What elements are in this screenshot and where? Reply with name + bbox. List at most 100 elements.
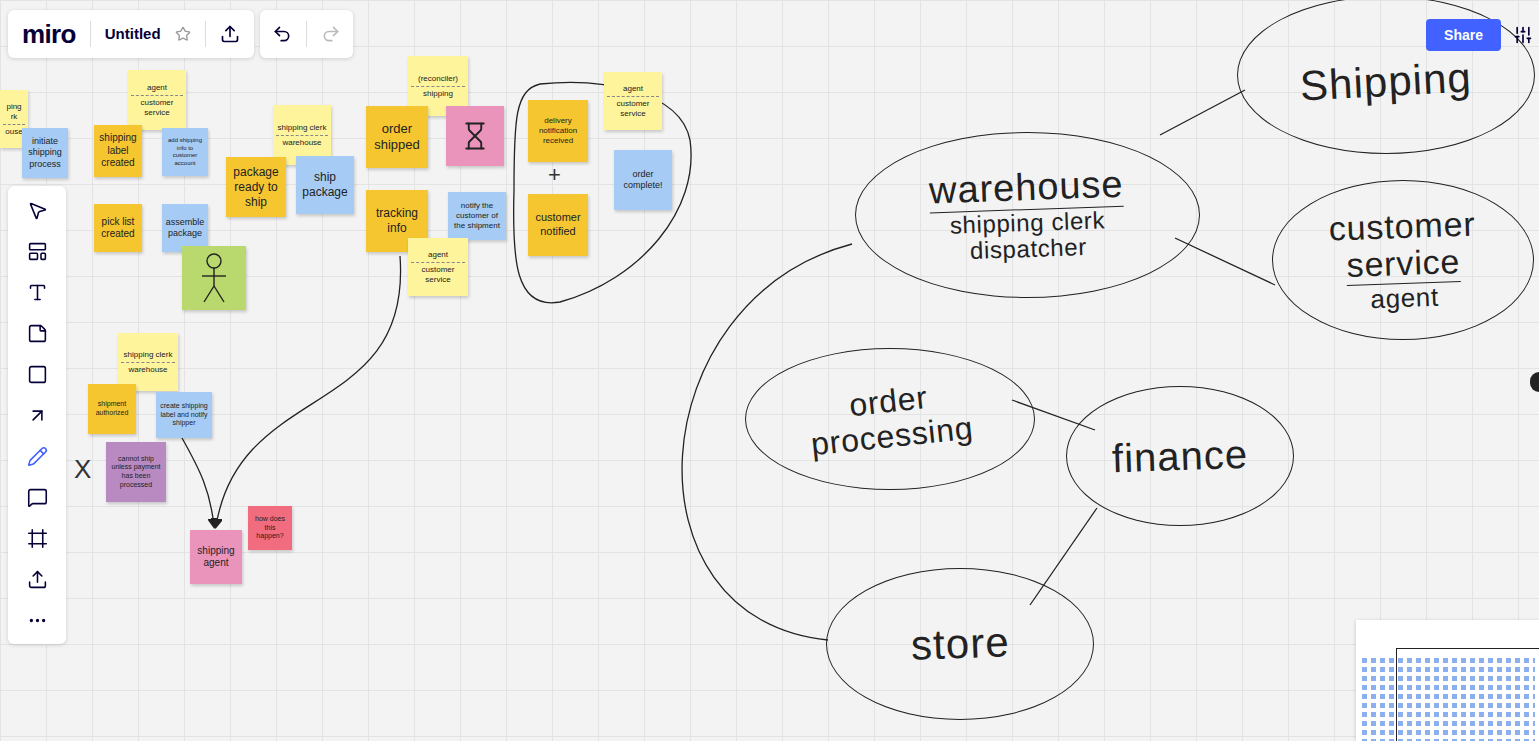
sticky-note[interactable] xyxy=(446,106,504,166)
minimap[interactable] xyxy=(1356,620,1539,741)
sticky-note[interactable]: agentcustomer service xyxy=(128,70,186,130)
flow-arrow xyxy=(182,438,214,526)
drawing-layer xyxy=(0,0,1539,741)
bubble-text: finance xyxy=(1111,432,1248,481)
sticky-note[interactable]: notify the customer of the shipment xyxy=(448,192,506,240)
sticky-note[interactable]: shipment authorized xyxy=(88,384,136,434)
sticky-text: shipping label created xyxy=(97,132,139,170)
more-icon xyxy=(27,610,48,631)
divider xyxy=(205,21,206,47)
hand-mark[interactable]: + xyxy=(548,164,561,186)
sticky-note[interactable]: shipping agent xyxy=(190,530,242,584)
tool-button[interactable] xyxy=(23,360,51,388)
sticky-text: notify the customer of the shipment xyxy=(451,201,503,231)
tool-button[interactable] xyxy=(23,606,51,634)
miro-logo[interactable]: miro xyxy=(22,15,76,54)
sticky-text: pick list created xyxy=(97,216,139,241)
bubble-text: agent xyxy=(1370,282,1439,313)
sticky-line: agent xyxy=(607,84,659,94)
sticky-note[interactable]: customer notified xyxy=(528,194,588,256)
sticky-text: shipment authorized xyxy=(91,400,133,418)
sticky-note[interactable]: package ready to ship xyxy=(226,157,286,217)
sticky-note[interactable]: shipping label created xyxy=(94,125,142,177)
history-controls xyxy=(260,10,353,58)
redo-icon[interactable] xyxy=(321,24,341,44)
sticky-line: customer service xyxy=(411,262,465,285)
sticky-line: shipping clerk xyxy=(121,350,175,360)
sticky-note[interactable]: pick list created xyxy=(94,204,142,252)
sticky-note[interactable]: how does this happen? xyxy=(248,506,292,550)
connector-line xyxy=(1030,508,1097,605)
select-icon xyxy=(27,200,48,221)
sticky-note[interactable]: order shipped xyxy=(366,106,428,168)
sticky-line: rk xyxy=(3,112,25,122)
bubble-text: customer xyxy=(1328,205,1476,247)
export-icon[interactable] xyxy=(220,24,240,44)
tool-button[interactable] xyxy=(23,483,51,511)
sticky-text: add shipping info to customer account xyxy=(165,137,205,167)
settings-icon[interactable] xyxy=(1513,25,1533,45)
share-button[interactable]: Share xyxy=(1426,19,1501,51)
star-icon[interactable] xyxy=(175,26,191,42)
tool-button[interactable] xyxy=(23,565,51,593)
text-icon xyxy=(27,282,48,303)
whiteboard-bubble[interactable]: warehouseshipping clerkdispatcher xyxy=(855,132,1200,298)
tool-button[interactable] xyxy=(23,237,51,265)
board-title[interactable]: Untitled xyxy=(105,23,161,46)
group-outline xyxy=(514,83,692,303)
sticky-text: order shipped xyxy=(369,121,425,154)
tool-bar xyxy=(8,186,66,644)
whiteboard-bubble[interactable]: finance xyxy=(1066,386,1294,526)
side-handle[interactable] xyxy=(1530,372,1539,392)
whiteboard-bubble[interactable]: orderprocessing xyxy=(745,348,1035,490)
sticky-note[interactable]: order complete! xyxy=(614,150,672,210)
sticky-note[interactable]: agentcustomer service xyxy=(408,238,468,296)
sticky-line: warehouse xyxy=(121,362,175,375)
upload-icon xyxy=(27,569,48,590)
sticky-note[interactable]: add shipping info to customer account xyxy=(162,128,208,176)
sticky-line: ping xyxy=(3,102,25,112)
whiteboard-bubble[interactable]: store xyxy=(826,568,1094,720)
sticky-note[interactable]: cannot ship unless payment has been proc… xyxy=(106,442,166,502)
sticky-text: delivery notification received xyxy=(531,116,585,146)
sticky-text: customer notified xyxy=(531,211,585,239)
sticky-text: order complete! xyxy=(617,169,669,192)
sticky-note[interactable]: create shipping label and notify shipper xyxy=(156,392,212,438)
sticky-text: package ready to ship xyxy=(229,165,283,210)
sticky-line: shipping clerk xyxy=(276,123,328,133)
sticky-text: cannot ship unless payment has been proc… xyxy=(109,455,163,490)
arrow-icon xyxy=(27,405,48,426)
sticky-line: (reconciler) xyxy=(411,74,465,84)
bubble-text: store xyxy=(910,619,1010,669)
board-header: miro Untitled xyxy=(8,10,254,58)
sticky-note[interactable]: ship package xyxy=(296,156,354,214)
sticky-text: assemble package xyxy=(165,217,205,240)
bubble-text: dispatcher xyxy=(970,234,1088,264)
whiteboard-bubble[interactable]: customerserviceagent xyxy=(1272,180,1534,340)
sticky-note[interactable] xyxy=(182,246,246,310)
divider xyxy=(306,21,307,47)
comment-icon xyxy=(27,487,48,508)
tool-button[interactable] xyxy=(23,524,51,552)
tool-button[interactable] xyxy=(23,442,51,470)
tool-button[interactable] xyxy=(23,401,51,429)
sticky-line: warehouse xyxy=(276,135,328,148)
sticky-text: tracking info xyxy=(369,206,425,236)
sticky-text: create shipping label and notify shipper xyxy=(159,402,209,428)
miro-board: pingrkouseinitiate shipping processagent… xyxy=(0,0,1539,741)
sticky-note[interactable]: delivery notification received xyxy=(528,100,588,162)
hand-mark[interactable]: X xyxy=(74,456,91,482)
frame-icon xyxy=(27,528,48,549)
templates-icon xyxy=(27,241,48,262)
tool-button[interactable] xyxy=(23,278,51,306)
undo-icon[interactable] xyxy=(272,24,292,44)
sticky-line: shipping xyxy=(411,86,465,99)
sticky-note[interactable]: agentcustomer service xyxy=(604,72,662,130)
tool-button[interactable] xyxy=(23,319,51,347)
sticky-note[interactable]: shipping clerk warehouse xyxy=(118,333,178,391)
sticky-note[interactable]: initiate shipping process xyxy=(22,128,68,178)
minimap-viewport xyxy=(1396,648,1539,741)
connector-line xyxy=(1012,400,1095,430)
tool-button[interactable] xyxy=(23,196,51,224)
sticky-note[interactable]: assemble package xyxy=(162,204,208,252)
